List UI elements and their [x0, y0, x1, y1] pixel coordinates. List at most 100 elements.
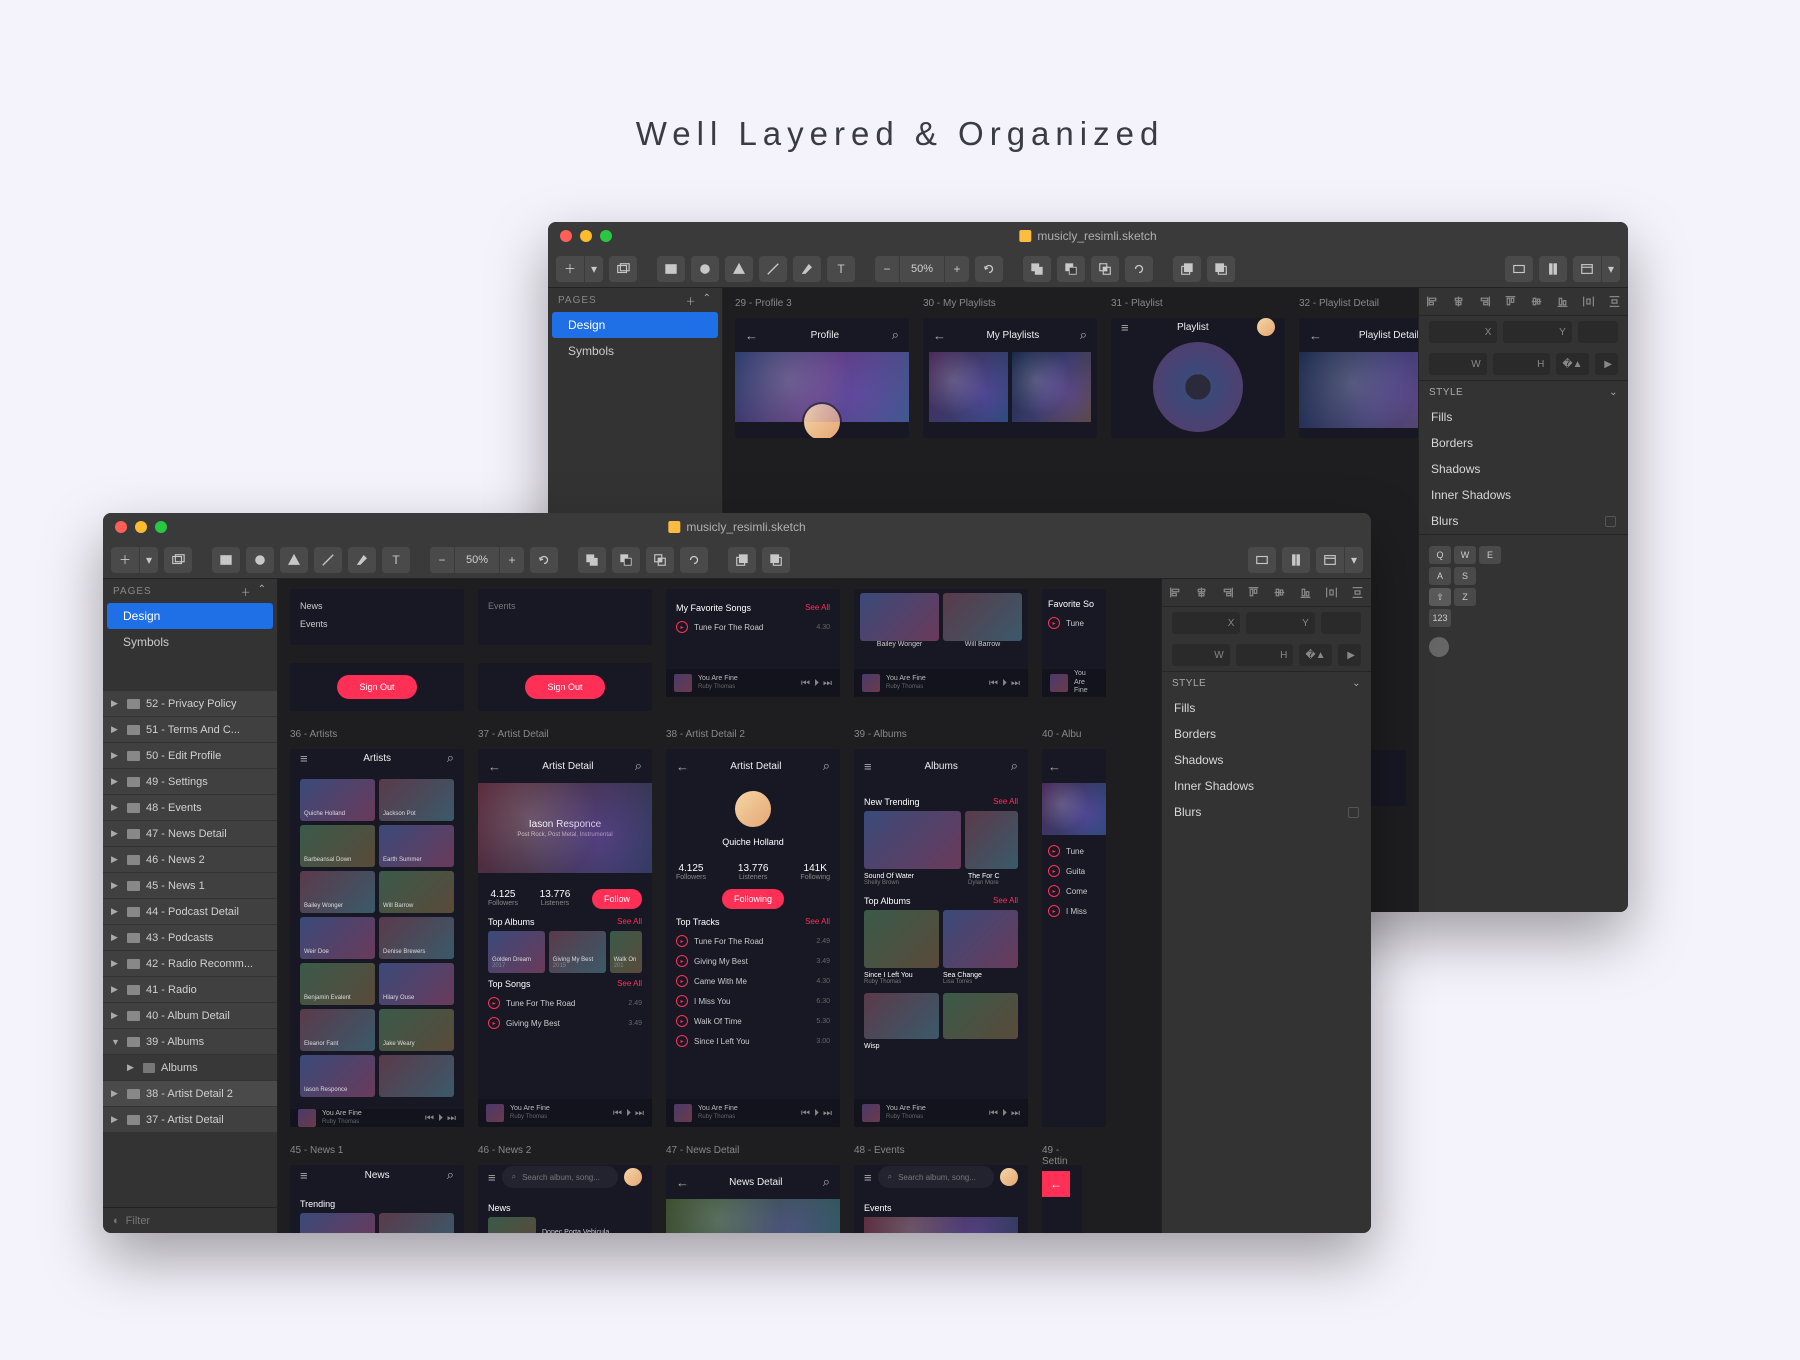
insert-button[interactable]: ＋ [556, 256, 584, 282]
now-playing-bar[interactable]: You Are FineRuby Thomas⏮⏵⏭ [854, 1099, 1028, 1127]
bool-subtract[interactable] [612, 547, 640, 573]
search-input[interactable]: ⌕Search album, song... [878, 1166, 994, 1188]
maximize-icon[interactable] [155, 521, 167, 533]
see-all-link[interactable]: See All [993, 896, 1018, 906]
now-playing-bar[interactable]: You Are FineRuby Thomas⏮⏵⏭ [666, 669, 840, 697]
layer-row-open[interactable]: ▼39 - Albums [103, 1029, 277, 1055]
artboard-label[interactable]: 40 - Albu [1042, 729, 1106, 743]
album-tile[interactable] [864, 993, 939, 1039]
close-icon[interactable] [560, 230, 572, 242]
album-tile[interactable] [943, 993, 1018, 1039]
add-page-icon[interactable]: ＋ [686, 293, 697, 308]
line-tool[interactable] [314, 547, 342, 573]
align-left-icon[interactable] [1419, 288, 1445, 315]
layer-row[interactable]: ▶52 - Privacy Policy [103, 691, 277, 717]
borders-row[interactable]: Borders [1419, 430, 1628, 456]
text-tool[interactable]: T [827, 256, 855, 282]
artist-tile[interactable]: Denise Brewers [379, 917, 454, 959]
oval-tool[interactable] [246, 547, 274, 573]
zoom-level[interactable]: 50% [455, 547, 499, 573]
now-playing-bar[interactable]: You Are FineRuby Thomas⏮⏵⏭ [290, 1109, 464, 1127]
layer-row-sub[interactable]: ▶Albums [103, 1055, 277, 1081]
artboard-label[interactable]: 48 - Events [854, 1145, 1028, 1159]
page-design[interactable]: Design [107, 603, 273, 629]
view-dropdown[interactable]: ▾ [1345, 547, 1363, 573]
album-tile[interactable]: Walk On201 [610, 931, 642, 973]
close-icon[interactable] [115, 521, 127, 533]
artist-tile[interactable]: Hilary Ouse [379, 963, 454, 1005]
avatar[interactable] [624, 1168, 642, 1186]
album-tile[interactable] [864, 811, 961, 869]
sign-out-button[interactable]: Sign Out [525, 675, 605, 699]
artboard-label[interactable]: 31 - Playlist [1111, 298, 1285, 312]
menu-item[interactable]: Events [300, 615, 454, 633]
minimize-icon[interactable] [135, 521, 147, 533]
x-field[interactable]: X [1429, 321, 1497, 343]
align-top-icon[interactable] [1240, 579, 1266, 606]
back-icon[interactable]: ← [1309, 328, 1322, 343]
backward-button[interactable] [762, 547, 790, 573]
rect-tool[interactable] [657, 256, 685, 282]
artboard-label[interactable]: 49 - Settin [1042, 1145, 1082, 1159]
align-left-icon[interactable] [1162, 579, 1188, 606]
back-button[interactable]: ← [1042, 1171, 1070, 1197]
menu-icon[interactable]: ≡ [300, 751, 308, 766]
flip-h-icon[interactable]: �▲ [1556, 353, 1588, 375]
align-right-icon[interactable] [1214, 579, 1240, 606]
shadows-row[interactable]: Shadows [1419, 456, 1628, 482]
search-icon[interactable]: ⌕ [635, 758, 642, 774]
artboard-label[interactable]: 29 - Profile 3 [735, 298, 909, 312]
w-field[interactable]: W [1172, 644, 1230, 666]
album-tile[interactable]: Giving My Best2015 [549, 931, 606, 973]
maximize-icon[interactable] [600, 230, 612, 242]
see-all-link[interactable]: See All [805, 917, 830, 927]
align-top-icon[interactable] [1497, 288, 1523, 315]
pen-tool[interactable] [793, 256, 821, 282]
layer-row[interactable]: ▶41 - Radio [103, 977, 277, 1003]
lock-field[interactable] [1321, 612, 1361, 634]
forward-button[interactable] [728, 547, 756, 573]
rotate-tool[interactable] [975, 256, 1003, 282]
back-icon[interactable]: ← [933, 328, 946, 343]
artboard-label[interactable]: 30 - My Playlists [923, 298, 1097, 312]
menu-item[interactable]: Events [488, 597, 642, 615]
cloud-button[interactable] [1282, 547, 1310, 573]
triangle-tool[interactable] [725, 256, 753, 282]
align-right-icon[interactable] [1471, 288, 1497, 315]
album-tile[interactable] [943, 910, 1018, 968]
play-icon[interactable]: ⏵ [814, 678, 819, 689]
inner-shadows-row[interactable]: Inner Shadows [1419, 482, 1628, 508]
search-input[interactable]: ⌕Search album, song... [502, 1166, 618, 1188]
pen-tool[interactable] [348, 547, 376, 573]
oval-tool[interactable] [691, 256, 719, 282]
artist-tile[interactable]: Bailey Wonger [300, 871, 375, 913]
sign-out-button[interactable]: Sign Out [337, 675, 417, 699]
layer-row[interactable]: ▶49 - Settings [103, 769, 277, 795]
layer-row-selected[interactable]: ▶38 - Artist Detail 2 [103, 1081, 277, 1107]
bool-intersect[interactable] [1091, 256, 1119, 282]
artist-tile[interactable]: Will Barrow [379, 871, 454, 913]
artboard-label[interactable]: 45 - News 1 [290, 1145, 464, 1159]
borders-row[interactable]: Borders [1162, 721, 1371, 747]
backward-button[interactable] [1207, 256, 1235, 282]
back-icon[interactable]: ← [676, 759, 689, 774]
layer-row[interactable]: ▶48 - Events [103, 795, 277, 821]
album-tile[interactable] [864, 910, 939, 968]
layer-row[interactable]: ▶42 - Radio Recomm... [103, 951, 277, 977]
zoom-out[interactable]: − [875, 256, 899, 282]
forward-button[interactable] [1173, 256, 1201, 282]
artist-tile[interactable]: Iason Responce [300, 1055, 375, 1097]
collapse-pages-icon[interactable]: ⌃ [703, 293, 712, 308]
avatar[interactable] [1257, 318, 1275, 336]
bool-difference[interactable] [680, 547, 708, 573]
align-vcenter-icon[interactable] [1267, 579, 1293, 606]
search-icon[interactable]: ⌕ [892, 327, 899, 343]
filter-input[interactable]: Filter [126, 1215, 150, 1227]
bool-union[interactable] [1023, 256, 1051, 282]
blurs-row[interactable]: Blurs [1162, 799, 1371, 825]
text-tool[interactable]: T [382, 547, 410, 573]
mirror-button[interactable] [1505, 256, 1533, 282]
search-icon[interactable]: ⌕ [823, 758, 830, 774]
symbols-button[interactable] [609, 256, 637, 282]
search-icon[interactable]: ⌕ [1080, 327, 1087, 343]
